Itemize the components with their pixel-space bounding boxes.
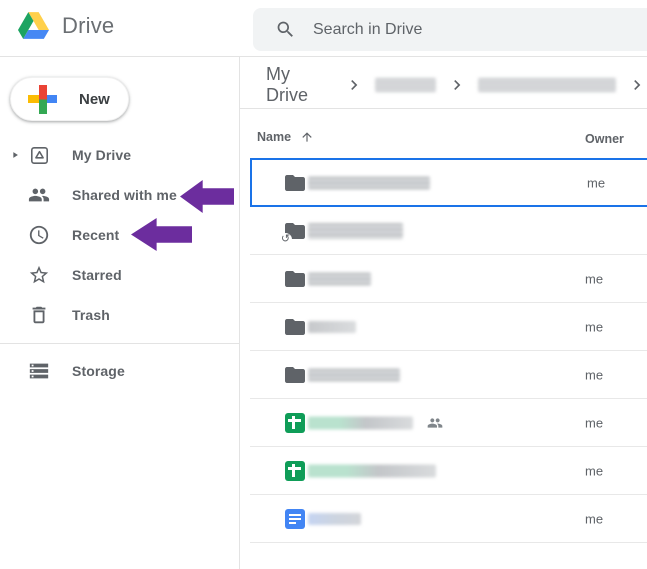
sidebar-nav: My Drive Shared with me Recent Starred Trash	[0, 135, 240, 335]
sidebar-item-my-drive[interactable]: My Drive	[0, 135, 240, 175]
file-name-redacted	[308, 512, 361, 525]
file-row[interactable]: me	[250, 255, 647, 303]
new-button-label: New	[79, 90, 110, 108]
app-header: Drive	[0, 0, 647, 57]
my-drive-icon	[28, 145, 50, 166]
google-docs-icon	[283, 507, 307, 531]
chevron-right-icon	[627, 75, 647, 95]
file-name-redacted	[308, 368, 400, 381]
shared-people-icon	[427, 415, 443, 431]
breadcrumb: My Drive	[266, 64, 647, 105]
owner-column-header[interactable]: Owner	[585, 130, 624, 148]
chevron-right-icon	[344, 75, 364, 95]
file-name-redacted	[308, 222, 403, 239]
folder-icon	[283, 315, 307, 339]
folder-icon	[283, 267, 307, 291]
storage-icon	[28, 360, 50, 382]
folder-icon: ↺	[279, 219, 307, 246]
sync-pending-icon: ↺	[279, 232, 292, 246]
owner-cell: me	[587, 175, 606, 190]
sidebar-item-starred[interactable]: Starred	[0, 255, 240, 295]
file-name-redacted	[308, 272, 371, 285]
sidebar: New My Drive Shared with me Recent Starred T…	[0, 57, 240, 569]
name-column-header[interactable]: Name	[257, 130, 314, 144]
google-drive-app: Drive New My Drive Shared with me Recent St…	[0, 0, 647, 569]
breadcrumb-divider	[240, 108, 647, 109]
google-sheets-icon	[283, 411, 307, 435]
file-row[interactable]: me	[250, 447, 647, 495]
sidebar-item-label: Storage	[72, 363, 125, 379]
search-input[interactable]	[311, 19, 615, 40]
owner-cell: me	[585, 511, 604, 526]
file-name-redacted	[308, 176, 430, 189]
search-bar[interactable]	[253, 8, 647, 51]
google-sheets-icon	[283, 459, 307, 483]
sidebar-item-label: Starred	[72, 267, 122, 283]
table-column-headers: Name Owner	[240, 127, 647, 153]
drive-logo-icon	[18, 12, 49, 39]
drive-home-link[interactable]: Drive	[18, 12, 114, 39]
people-icon	[28, 184, 50, 206]
star-icon	[28, 264, 50, 286]
file-list: me ↺ me me me me me me	[250, 158, 647, 543]
file-row[interactable]: me	[250, 158, 647, 207]
breadcrumb-redacted-segment[interactable]	[375, 78, 436, 92]
sidebar-item-label: My Drive	[72, 147, 132, 163]
file-row[interactable]: me	[250, 495, 647, 543]
sidebar-item-label: Trash	[72, 307, 110, 323]
folder-icon	[283, 171, 307, 195]
sidebar-item-recent[interactable]: Recent	[0, 215, 240, 255]
file-row[interactable]: me	[250, 399, 647, 447]
sidebar-divider	[0, 343, 240, 344]
file-row[interactable]: me	[250, 303, 647, 351]
breadcrumb-my-drive[interactable]: My Drive	[266, 64, 333, 106]
owner-cell: me	[585, 271, 604, 286]
file-name-redacted	[308, 320, 356, 333]
sidebar-item-trash[interactable]: Trash	[0, 295, 240, 335]
file-row[interactable]: me	[250, 351, 647, 399]
file-row[interactable]: ↺	[250, 207, 647, 255]
folder-icon	[283, 363, 307, 387]
clock-icon	[28, 224, 50, 246]
owner-cell: me	[585, 367, 604, 382]
main-content: My Drive Name Owner me ↺ me me me me me …	[240, 57, 647, 569]
caret-right-icon[interactable]	[10, 150, 28, 160]
chevron-right-icon	[447, 75, 467, 95]
trash-icon	[28, 304, 50, 326]
owner-cell: me	[585, 415, 604, 430]
file-name-redacted	[308, 464, 436, 477]
sidebar-item-storage[interactable]: Storage	[0, 351, 240, 391]
owner-cell: me	[585, 319, 604, 334]
sidebar-item-label: Shared with me	[72, 187, 177, 203]
sort-ascending-icon[interactable]	[300, 130, 314, 144]
owner-cell: me	[585, 463, 604, 478]
breadcrumb-redacted-segment[interactable]	[477, 78, 616, 92]
new-button[interactable]: New	[10, 77, 129, 121]
file-name-redacted	[308, 416, 413, 429]
search-icon[interactable]	[275, 19, 296, 40]
sidebar-item-label: Recent	[72, 227, 120, 243]
new-plus-icon	[28, 84, 57, 114]
app-title: Drive	[62, 12, 115, 38]
